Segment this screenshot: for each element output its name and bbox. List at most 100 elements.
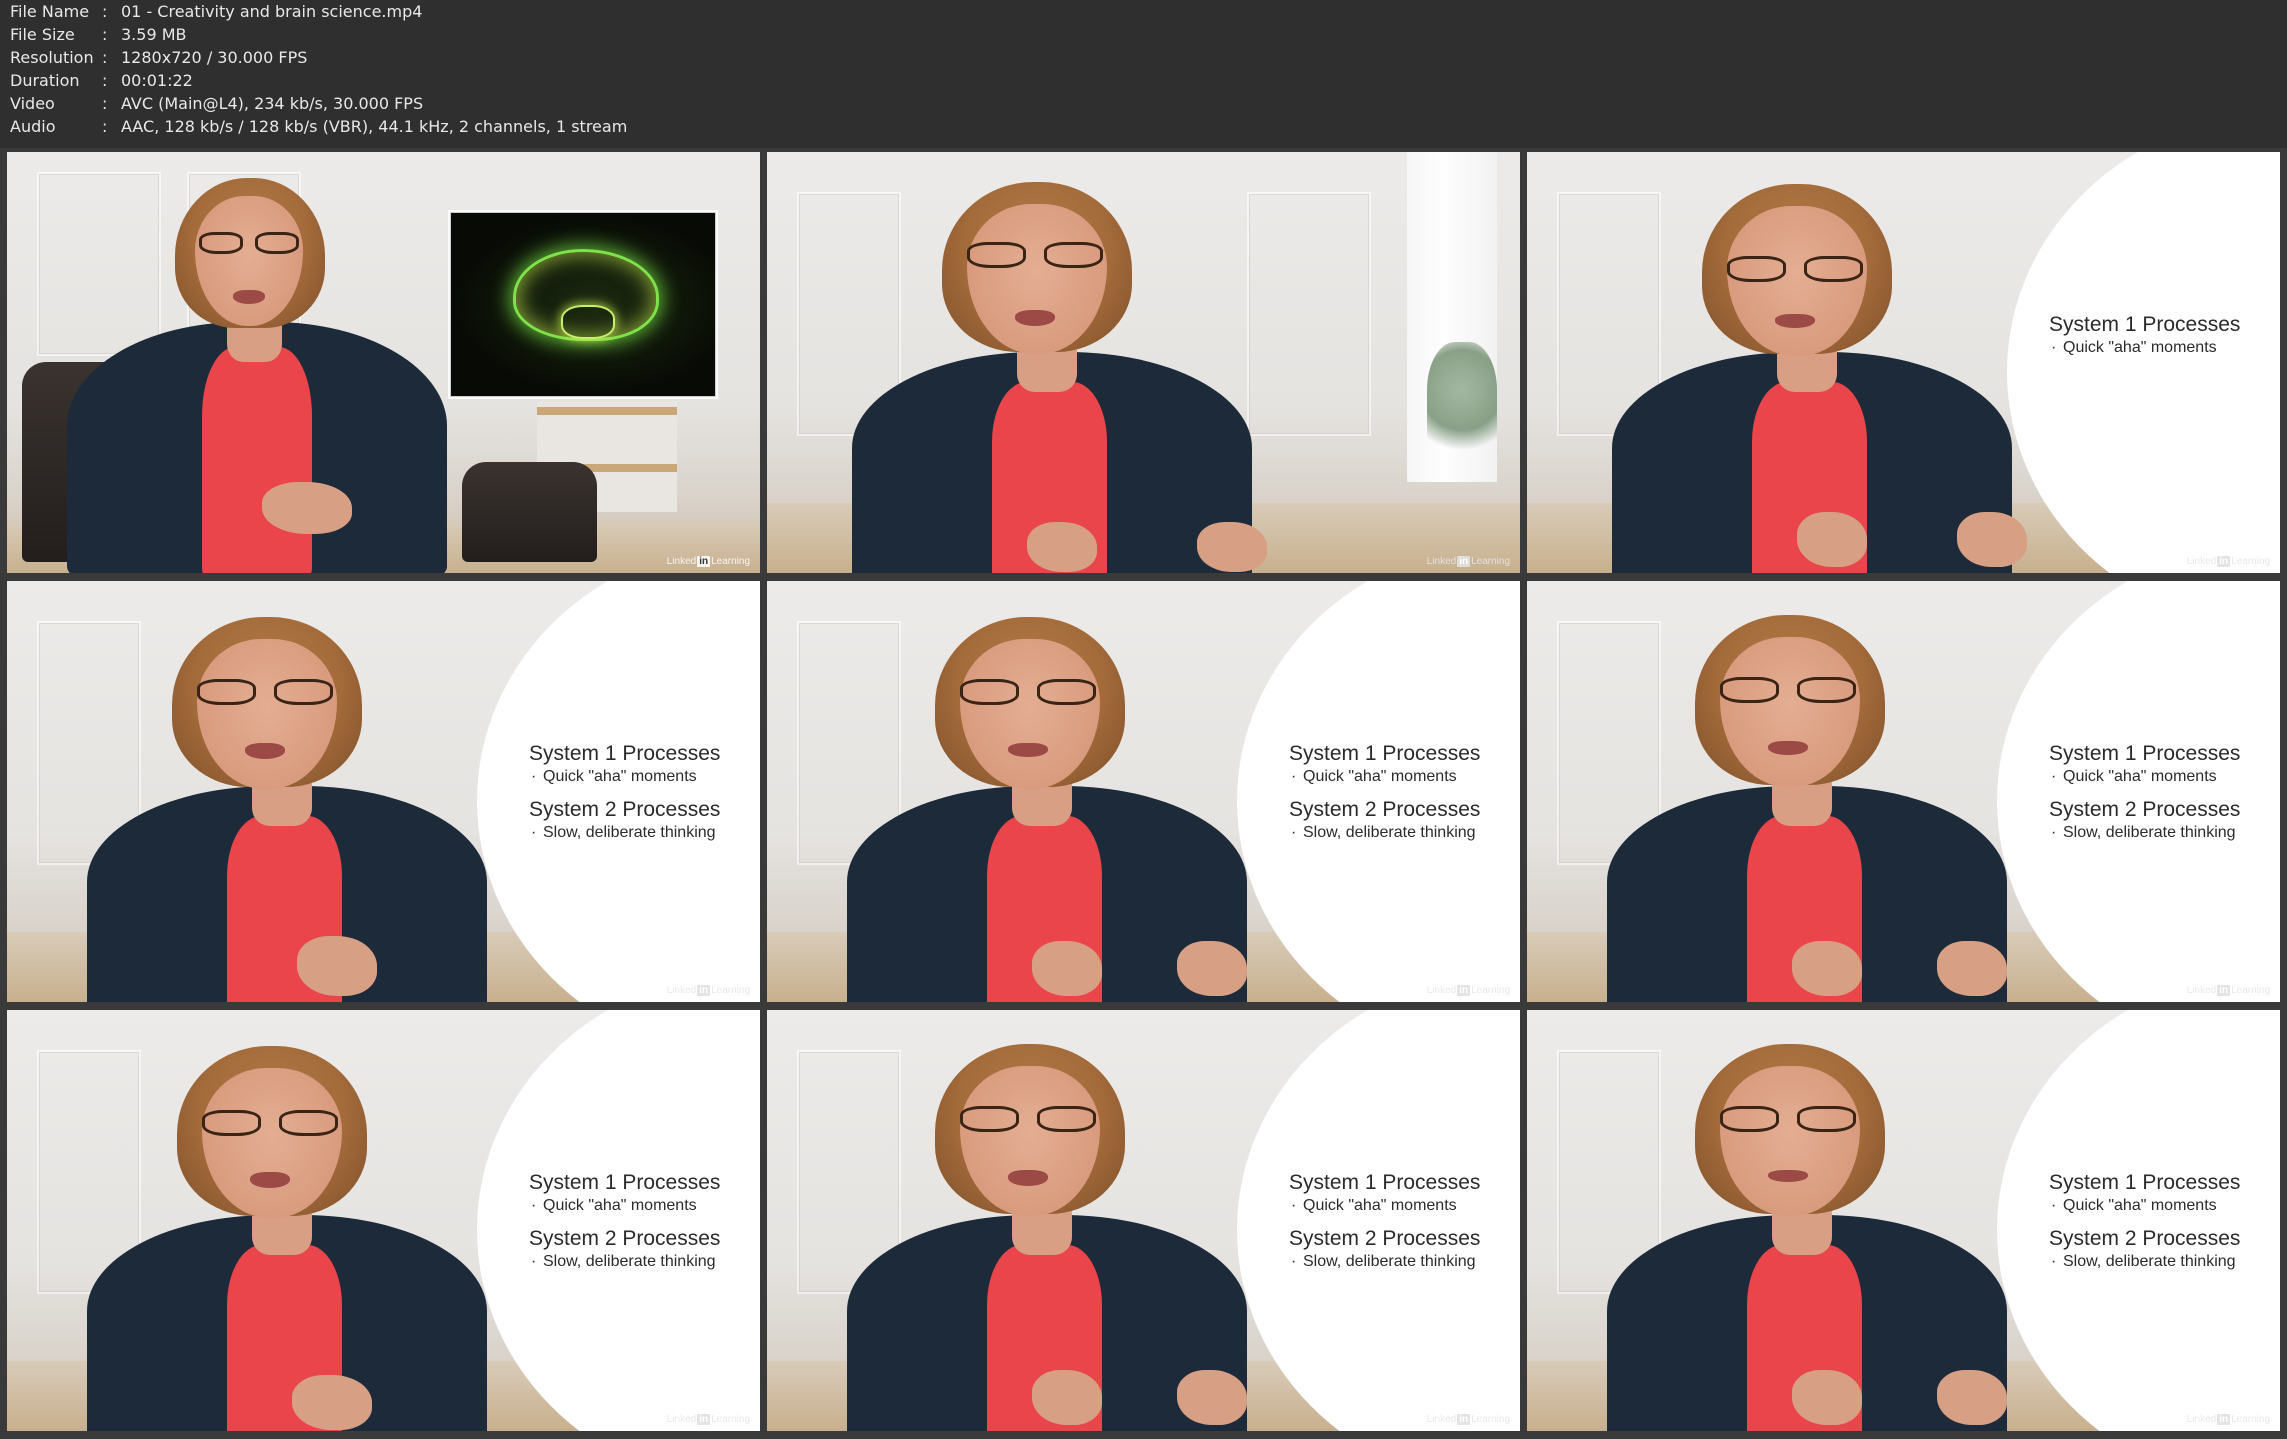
wall-panel (37, 172, 161, 356)
watermark-in-box: in (1457, 985, 1471, 996)
glasses-icon (965, 242, 1105, 268)
presenter-mouth (1768, 1170, 1808, 1182)
linkedin-learning-watermark: Linked in Learning (2187, 1414, 2270, 1425)
presenter-hand-right (1957, 512, 2027, 567)
slide-text: System 1 Processes Quick "aha" moments S… (1289, 1170, 1480, 1272)
system2-title: System 2 Processes (2049, 798, 2241, 821)
video-frame-5: System 1 Processes Quick "aha" moments S… (767, 581, 1520, 1002)
presenter-hands (297, 936, 377, 996)
watermark-left: Linked (666, 985, 697, 996)
lens-left (960, 679, 1019, 705)
system1-title: System 1 Processes (1289, 1171, 1481, 1194)
meta-separator: : (102, 94, 108, 113)
presenter-mouth (1008, 743, 1048, 757)
linkedin-learning-watermark: Linked in Learning (1427, 985, 1510, 996)
presenter-hand-left (1797, 512, 1867, 567)
slide-text: System 1 Processes Quick "aha" moments S… (529, 1170, 720, 1272)
linkedin-learning-watermark: Linked in Learning (667, 1414, 750, 1425)
presenter-hand-left (1792, 1370, 1862, 1425)
presenter-hand-right (1937, 941, 2007, 996)
slide-text: System 1 Processes Quick "aha" moments S… (1289, 741, 1480, 843)
video-frame-6: System 1 Processes Quick "aha" moments S… (1527, 581, 2280, 1002)
presenter-mouth (1008, 1170, 1048, 1186)
system1-bullet: Quick "aha" moments (529, 1196, 720, 1216)
system1-bullet: Quick "aha" moments (1289, 1196, 1480, 1216)
watermark-right: Learning (1471, 556, 1510, 567)
glasses-icon (1718, 1106, 1858, 1132)
meta-separator: : (102, 25, 108, 44)
meta-separator: : (102, 117, 108, 136)
lens-right (1037, 1106, 1096, 1132)
watermark-right: Learning (711, 556, 750, 567)
video-frame-9: System 1 Processes Quick "aha" moments S… (1527, 1010, 2280, 1431)
meta-value: 01 - Creativity and brain science.mp4 (121, 2, 423, 21)
watermark-right: Learning (2231, 985, 2270, 996)
brain-stem-glow (561, 305, 615, 339)
linkedin-learning-watermark: Linked in Learning (2187, 985, 2270, 996)
linkedin-learning-watermark: Linked in Learning (2187, 556, 2270, 567)
system2-title: System 2 Processes (529, 798, 721, 821)
lens-right (255, 232, 299, 254)
meta-value: 3.59 MB (121, 25, 187, 44)
video-frame-2: Linked in Learning (767, 152, 1520, 573)
linkedin-learning-watermark: Linked in Learning (667, 985, 750, 996)
system1-bullet: Quick "aha" moments (2049, 767, 2240, 787)
watermark-left: Linked (2186, 1414, 2217, 1425)
slide-text: System 1 Processes Quick "aha" moments S… (2049, 741, 2240, 843)
video-frame-4: System 1 Processes Quick "aha" moments S… (7, 581, 760, 1002)
system2-title: System 2 Processes (1289, 1227, 1481, 1250)
presenter-hand-left (1027, 522, 1097, 572)
presenter-hands (262, 482, 352, 534)
watermark-in-box: in (2217, 985, 2231, 996)
system1-title: System 1 Processes (2049, 1171, 2241, 1194)
system1-title: System 1 Processes (2049, 313, 2241, 336)
presenter-mouth (1775, 314, 1815, 328)
presenter-hand-left (1032, 1370, 1102, 1425)
watermark-right: Learning (711, 1414, 750, 1425)
glasses-icon (1718, 677, 1858, 703)
meta-separator: : (102, 71, 108, 90)
slide-text: System 1 Processes Quick "aha" moments S… (2049, 1170, 2240, 1272)
presenter-hand-left (1792, 941, 1862, 996)
presenter-mouth (1768, 741, 1808, 755)
lens-right (1044, 242, 1103, 268)
system1-bullet: Quick "aha" moments (2049, 338, 2240, 358)
meta-value: AVC (Main@L4), 234 kb/s, 30.000 FPS (121, 94, 424, 113)
lens-right (1797, 677, 1856, 703)
presenter-mouth (1015, 310, 1055, 326)
presenter-shirt (202, 347, 312, 573)
lens-left (967, 242, 1026, 268)
lens-right (274, 679, 333, 705)
system1-title: System 1 Processes (2049, 742, 2241, 765)
watermark-right: Learning (711, 985, 750, 996)
glasses-icon (195, 679, 335, 705)
watermark-left: Linked (1426, 1414, 1457, 1425)
lens-left (202, 1110, 261, 1136)
watermark-right: Learning (2231, 556, 2270, 567)
presenter-hand-right (1177, 941, 1247, 996)
lens-right (279, 1110, 338, 1136)
presenter-hand-right (1197, 522, 1267, 572)
glasses-icon (1725, 256, 1865, 282)
armchair-arm (462, 462, 597, 562)
system2-bullet: Slow, deliberate thinking (529, 823, 720, 843)
wall-panel (1247, 192, 1371, 436)
presenter-hand-right (1177, 1370, 1247, 1425)
watermark-left: Linked (666, 1414, 697, 1425)
watermark-left: Linked (2186, 556, 2217, 567)
glasses-icon (197, 232, 301, 254)
lens-right (1037, 679, 1096, 705)
lens-left (199, 232, 243, 254)
video-frame-8: System 1 Processes Quick "aha" moments S… (767, 1010, 1520, 1431)
meta-key: File Size (10, 25, 75, 44)
system1-title: System 1 Processes (529, 742, 721, 765)
lens-left (960, 1106, 1019, 1132)
glasses-icon (958, 679, 1098, 705)
system2-title: System 2 Processes (1289, 798, 1481, 821)
lens-left (1720, 1106, 1779, 1132)
system2-bullet: Slow, deliberate thinking (2049, 1252, 2240, 1272)
meta-key: Video (10, 94, 55, 113)
watermark-in-box: in (2217, 1414, 2231, 1425)
lens-right (1804, 256, 1863, 282)
watermark-in-box: in (1457, 1414, 1471, 1425)
